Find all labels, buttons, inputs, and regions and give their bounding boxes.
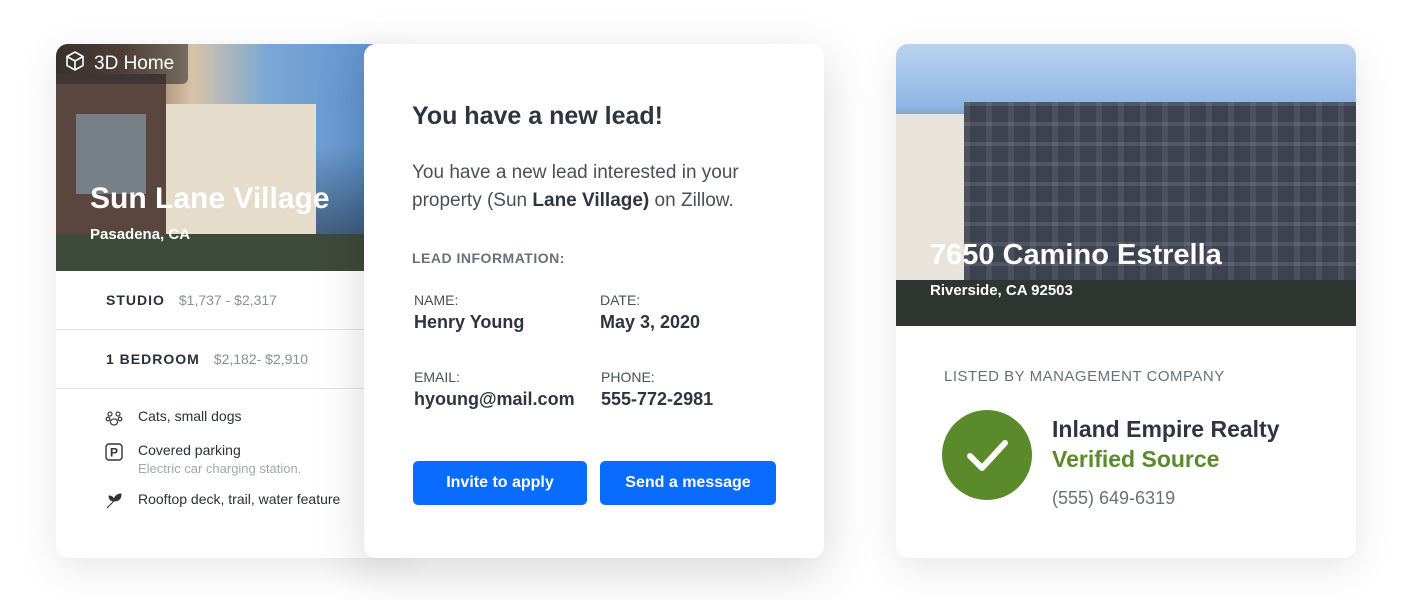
price-row-studio: STUDIO $1,737 - $2,317 [56, 271, 396, 330]
lead-information-heading: LEAD INFORMATION: [412, 250, 565, 266]
phone-value[interactable]: 555-772-2981 [601, 389, 713, 410]
name-value: Henry Young [414, 312, 525, 332]
unit-type-label: 1 BEDROOM [106, 351, 200, 367]
amenity-pets: Cats, small dogs [104, 408, 241, 428]
property-city: Riverside, CA 92503 [930, 282, 1073, 299]
phone-label: PHONE: [601, 369, 655, 385]
lead-description-suffix: on Zillow. [649, 190, 734, 211]
3d-home-label: 3D Home [94, 53, 175, 74]
property-card-camino-estrella[interactable]: 7650 Camino Estrella Riverside, CA 92503… [896, 44, 1356, 558]
email-label: EMAIL: [414, 369, 460, 385]
property-title: 7650 Camino Estrella [930, 239, 1222, 271]
verified-source-label: Verified Source [1052, 446, 1220, 472]
name-label: NAME: [414, 292, 459, 308]
property-card-sun-lane[interactable]: 3D Home Sun Lane Village Pasadena, CA ST… [56, 44, 396, 558]
verified-check-icon [942, 410, 1032, 500]
lead-email: EMAIL: hyoung@mail.com [414, 369, 575, 410]
lead-name: NAME: Henry Young [414, 292, 524, 333]
email-value[interactable]: hyoung@mail.com [414, 389, 575, 410]
lead-date: DATE: May 3, 2020 [600, 292, 700, 333]
lead-phone: PHONE: 555-772-2981 [601, 369, 713, 410]
amenity-rooftop: Rooftop deck, trail, water feature [104, 491, 340, 511]
lead-title: You have a new lead! [412, 102, 664, 130]
property-title: Sun Lane Village [90, 182, 330, 215]
unit-price: $1,737 - $2,317 [178, 292, 277, 308]
amenity-subtext: Electric car charging station. [138, 461, 302, 476]
listed-by-label: LISTED BY MANAGEMENT COMPANY [944, 368, 1225, 385]
amenity-parking: P Covered parking Electric car charging … [104, 442, 301, 476]
management-company-name[interactable]: Inland Empire Realty [1052, 416, 1280, 443]
lead-description: You have a new lead interested in your p… [412, 159, 792, 215]
date-value: May 3, 2020 [600, 312, 701, 332]
amenity-text: Cats, small dogs [138, 408, 242, 424]
send-message-button[interactable]: Send a message [600, 461, 776, 505]
svg-text:P: P [110, 446, 118, 460]
leaf-icon [104, 491, 124, 511]
date-label: DATE: [600, 292, 641, 308]
unit-price: $2,182- $2,910 [213, 351, 308, 367]
unit-type-label: STUDIO [106, 292, 165, 308]
amenity-text: Covered parking [138, 442, 241, 458]
amenity-text: Rooftop deck, trail, water feature [138, 491, 341, 507]
paw-icon [104, 408, 124, 428]
cube-icon [64, 50, 86, 78]
lead-property-name: Lane Village) [532, 190, 650, 211]
3d-home-badge[interactable]: 3D Home [56, 44, 189, 84]
company-phone[interactable]: (555) 649-6319 [1052, 488, 1175, 509]
parking-icon: P [104, 442, 124, 462]
price-row-1-bedroom: 1 BEDROOM $2,182- $2,910 [56, 330, 396, 389]
property-city: Pasadena, CA [90, 226, 191, 243]
invite-to-apply-button[interactable]: Invite to apply [413, 461, 587, 505]
new-lead-card: You have a new lead! You have a new lead… [364, 44, 824, 558]
